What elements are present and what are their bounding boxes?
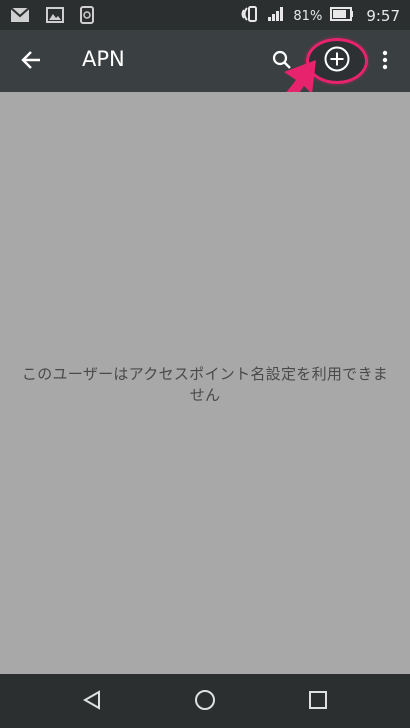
unavailable-message: このユーザーはアクセスポイント名設定を利用できません [21,365,389,404]
arrow-back-icon [20,49,42,75]
clock: 9:57 [366,7,400,25]
more-vert-icon [382,50,388,74]
page-title: APN [82,47,125,71]
back-triangle-icon [81,689,103,715]
back-button[interactable] [14,45,48,79]
content-area: このユーザーはアクセスポイント名設定を利用できません [0,92,410,674]
image-icon [46,7,64,27]
status-bar: 81% 9:57 [0,0,410,30]
nfc-icon [239,4,259,28]
sim-icon [80,6,94,28]
more-options-button[interactable] [374,46,396,78]
home-circle-icon [194,689,216,715]
nav-back-button[interactable] [76,686,108,718]
nav-home-button[interactable] [189,686,221,718]
battery-percent: 81% [293,8,323,24]
signal-icon [267,6,285,26]
add-circle-icon [323,45,351,77]
recents-square-icon [307,689,329,715]
mail-icon [10,7,30,27]
app-toolbar: APN [0,30,410,92]
battery-icon [330,7,354,25]
nav-recents-button[interactable] [302,686,334,718]
apn-screen: 81% 9:57 APN このユーザーはアクセスポイント名設定を利用できません [0,0,410,728]
navigation-bar [0,674,410,728]
